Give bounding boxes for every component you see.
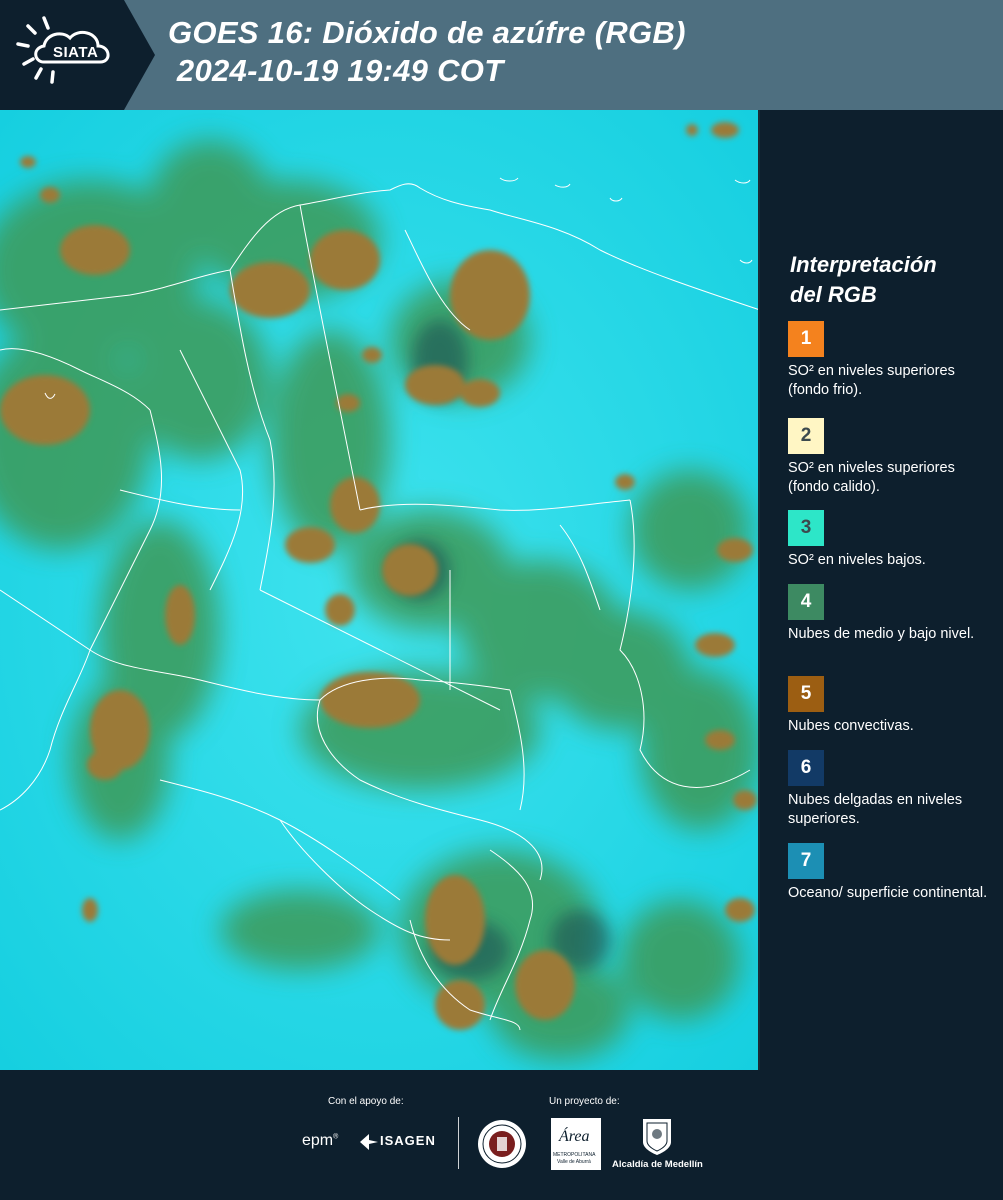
area-metropolitana-logo: Área METROPOLITANA Valle de Aburrá [551, 1118, 601, 1170]
legend-swatch-1: 1 [788, 321, 824, 357]
legend-label-7: Oceano/ superficie continental. [788, 885, 988, 901]
legend-item-1: 1 SO² en niveles superiores (fondo frio)… [788, 321, 998, 400]
footer: Con el apoyo de: Un proyecto de: epm® IS… [0, 1070, 1003, 1200]
legend-item-2: 2 SO² en niveles superiores (fondo calid… [788, 418, 998, 507]
area-logo-sub1: METROPOLITANA [553, 1152, 596, 1158]
epm-logo: epm® [302, 1132, 339, 1149]
legend-item-3: 3 SO² en niveles bajos. [788, 510, 998, 570]
area-logo-name: Área [559, 1128, 590, 1145]
legend-title-line-1: Interpretación [790, 252, 937, 277]
legend-item-4: 4 Nubes de medio y bajo nivel. [788, 584, 998, 644]
area-logo-sub2: Valle de Aburrá [557, 1159, 591, 1165]
legend-label-5: Nubes convectivas. [788, 718, 914, 734]
title-line-2: 2024-10-19 19:49 COT [168, 53, 504, 88]
satellite-image [0, 110, 758, 1070]
siata-logo: SIATA [0, 0, 155, 110]
legend-label-4: Nubes de medio y bajo nivel. [788, 626, 975, 642]
legend-title-line-2: del RGB [790, 282, 877, 307]
legend-swatch-4: 4 [788, 584, 824, 620]
satellite-map [0, 110, 760, 1070]
legend-label-6: Nubes delgadas en niveles superiores. [788, 792, 963, 827]
alcaldia-shield-icon [642, 1118, 672, 1161]
title-line-1: GOES 16: Dióxido de azúfre (RGB) [168, 15, 686, 50]
alcaldia-logo-text: Alcaldía de Medellín [612, 1159, 703, 1170]
university-seal-icon [477, 1119, 527, 1174]
legend-label-2: SO² en niveles superiores (fondo calido)… [788, 460, 955, 495]
legend-item-7: 7 Oceano/ superficie continental. [788, 843, 998, 903]
legend-swatch-6: 6 [788, 750, 824, 786]
support-label: Con el apoyo de: [328, 1096, 404, 1107]
legend-swatch-3: 3 [788, 510, 824, 546]
isagen-mark-icon [360, 1134, 378, 1150]
legend-label-3: SO² en niveles bajos. [788, 552, 926, 568]
epm-logo-text: epm [302, 1132, 334, 1149]
isagen-logo-text: ISAGEN [380, 1133, 436, 1148]
header: SIATA GOES 16: Dióxido de azúfre (RGB) 2… [0, 0, 1003, 110]
project-label: Un proyecto de: [549, 1096, 620, 1107]
legend-title: Interpretación del RGB [790, 250, 937, 310]
logo-text: SIATA [53, 44, 99, 61]
legend-panel: Interpretación del RGB 1 SO² en niveles … [762, 110, 1003, 1070]
legend-item-6: 6 Nubes delgadas en niveles superiores. [788, 750, 998, 829]
legend-label-1: SO² en niveles superiores (fondo frio). [788, 363, 955, 398]
footer-divider [458, 1117, 459, 1169]
legend-swatch-5: 5 [788, 676, 824, 712]
legend-item-5: 5 Nubes convectivas. [788, 676, 998, 736]
legend-swatch-7: 7 [788, 843, 824, 879]
legend-swatch-2: 2 [788, 418, 824, 454]
page-title: GOES 16: Dióxido de azúfre (RGB) 2024-10… [168, 14, 686, 90]
